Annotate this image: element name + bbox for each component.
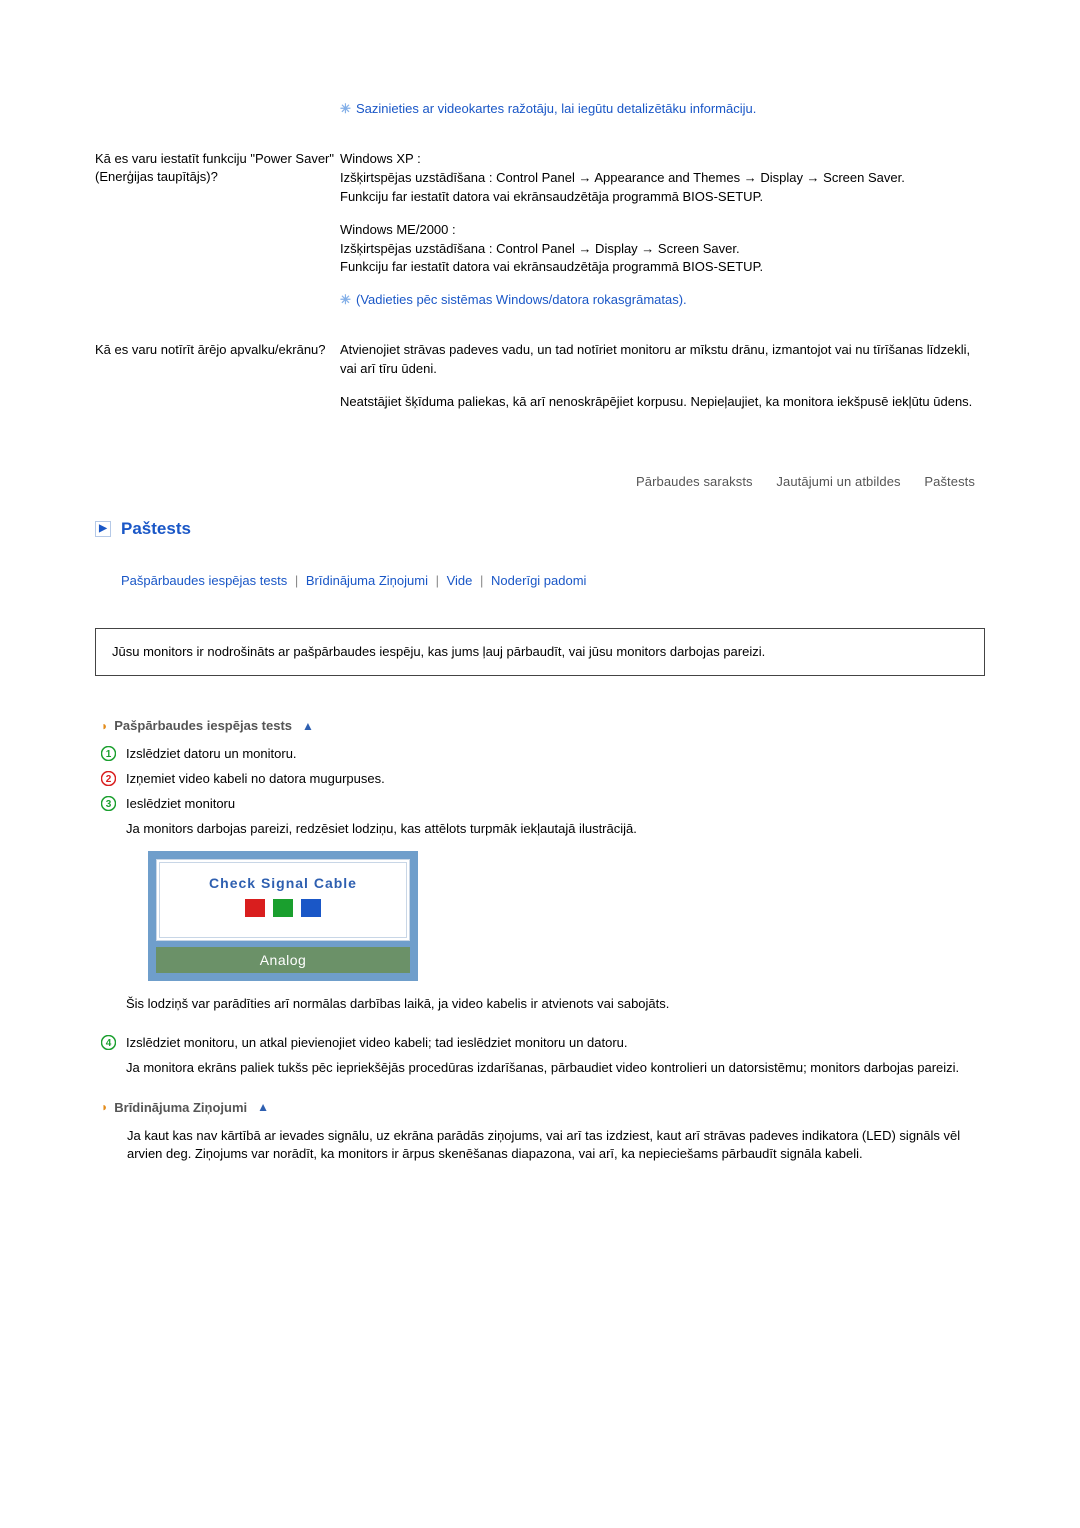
- answer-cleaning-2: Neatstājiet šķīduma paliekas, kā arī nen…: [340, 393, 985, 412]
- svg-text:3: 3: [106, 799, 112, 810]
- step-4: 4 Izslēdziet monitoru, un atkal pievieno…: [101, 1034, 985, 1078]
- number-2-icon: 2: [101, 771, 116, 786]
- subhead-title: Pašpārbaudes iespējas tests: [114, 718, 292, 733]
- red-square-icon: [245, 899, 265, 917]
- step-2: 2 Izņemiet video kabeli no datora mugurp…: [101, 770, 985, 789]
- tab-selfcheck[interactable]: Pašpārbaudes iespējas tests: [121, 573, 287, 588]
- orange-bullet-icon: ◗: [101, 719, 108, 733]
- step-1-text: Izslēdziet datoru un monitoru.: [126, 745, 985, 764]
- svg-text:1: 1: [106, 749, 112, 760]
- tab-environment[interactable]: Vide: [447, 573, 473, 588]
- note-text: Sazinieties ar videokartes ražotāju, lai…: [356, 100, 756, 118]
- answer-me2000: Windows ME/2000 : Izšķirtspējas uzstādīš…: [340, 221, 985, 278]
- blue-square-icon: [301, 899, 321, 917]
- page-nav: Pārbaudes saraksts Jautājumi un atbildes…: [95, 474, 985, 489]
- videocard-note: ✳ Sazinieties ar videokartes ražotāju, l…: [340, 100, 985, 118]
- intro-box: Jūsu monitors ir nodrošināts ar pašpārba…: [95, 628, 985, 676]
- bullet-x-icon: ✳: [340, 291, 350, 309]
- up-triangle-icon[interactable]: ▲: [257, 1100, 269, 1114]
- bullet-x-icon: ✳: [340, 100, 350, 118]
- csc-title: Check Signal Cable: [160, 873, 406, 893]
- nav-qna[interactable]: Jautājumi un atbildes: [776, 474, 900, 489]
- answer-xp: Windows XP : Izšķirtspējas uzstādīšana :…: [340, 150, 985, 207]
- check-signal-cable-image: Check Signal Cable Analog: [148, 851, 418, 981]
- subhead-selfcheck: ◗ Pašpārbaudes iespējas tests ▲: [101, 718, 985, 733]
- question-power-saver: Kā es varu iestatīt funkciju "Power Save…: [95, 150, 340, 186]
- warnings-body: Ja kaut kas nav kārtībā ar ievades signā…: [127, 1127, 985, 1165]
- step-4-subtext: Ja monitora ekrāns paliek tukšs pēc iepr…: [126, 1059, 985, 1078]
- step-3-subtext: Ja monitors darbojas pareizi, redzēsiet …: [126, 820, 985, 839]
- step-3-text: Ieslēdziet monitoru: [126, 795, 985, 814]
- svg-text:2: 2: [106, 774, 112, 785]
- step-2-text: Izņemiet video kabeli no datora mugurpus…: [126, 770, 985, 789]
- question-cleaning: Kā es varu notīrīt ārējo apvalku/ekrānu?: [95, 341, 340, 359]
- step-1: 1 Izslēdziet datoru un monitoru.: [101, 745, 985, 764]
- subhead-title: Brīdinājuma Ziņojumi: [114, 1100, 247, 1115]
- orange-bullet-icon: ◗: [101, 1100, 108, 1114]
- subhead-warnings: ◗ Brīdinājuma Ziņojumi ▲: [101, 1100, 985, 1115]
- step-3: 3 Ieslēdziet monitoru Ja monitors darboj…: [101, 795, 985, 1014]
- note-text: (Vadieties pēc sistēmas Windows/datora r…: [356, 291, 687, 309]
- up-triangle-icon[interactable]: ▲: [302, 719, 314, 733]
- section-title-selftest: ▶ Paštests: [95, 519, 985, 539]
- answer-cleaning-1: Atvienojiet strāvas padeves vadu, un tad…: [340, 341, 985, 379]
- number-1-icon: 1: [101, 746, 116, 761]
- number-3-icon: 3: [101, 796, 116, 811]
- nav-selftest[interactable]: Paštests: [924, 474, 975, 489]
- number-4-icon: 4: [101, 1035, 116, 1050]
- section-title-text: Paštests: [121, 519, 191, 539]
- tab-links: Pašpārbaudes iespējas tests | Brīdinājum…: [121, 573, 985, 588]
- step-3-after: Šis lodziņš var parādīties arī normālas …: [126, 995, 985, 1014]
- csc-mode: Analog: [156, 947, 410, 973]
- windows-manual-note: ✳ (Vadieties pēc sistēmas Windows/datora…: [340, 291, 985, 309]
- step-4-text: Izslēdziet monitoru, un atkal pievienoji…: [126, 1034, 985, 1053]
- tab-tips[interactable]: Noderīgi padomi: [491, 573, 586, 588]
- arrow-right-icon: ▶: [95, 521, 111, 537]
- green-square-icon: [273, 899, 293, 917]
- tab-warnings[interactable]: Brīdinājuma Ziņojumi: [306, 573, 428, 588]
- nav-checklist[interactable]: Pārbaudes saraksts: [636, 474, 753, 489]
- svg-text:4: 4: [106, 1038, 112, 1049]
